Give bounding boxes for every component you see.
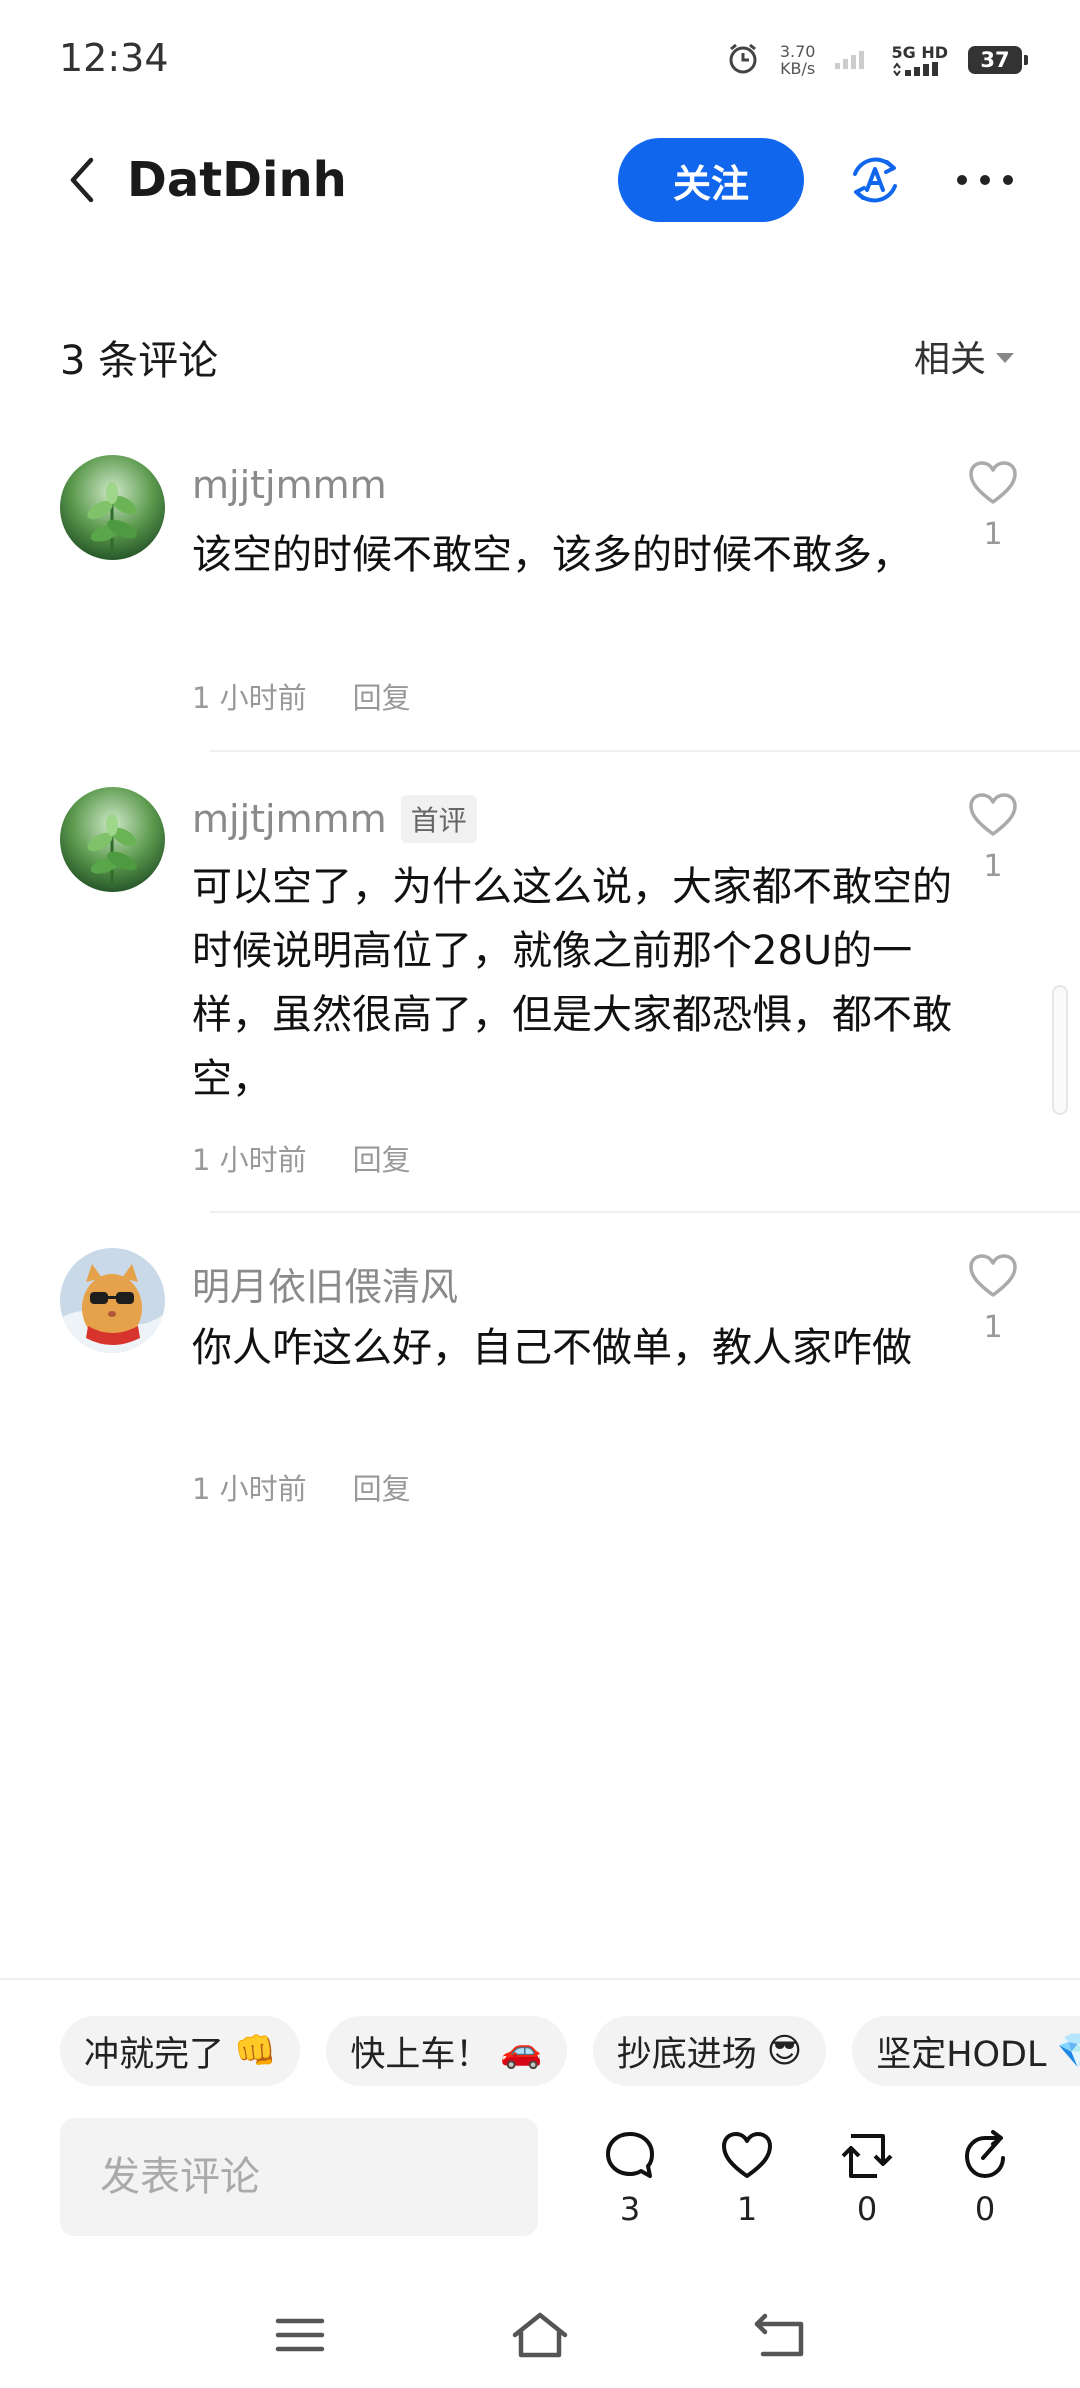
- comment-like-button[interactable]: [965, 787, 1021, 843]
- status-bar: 12:34 3.70 KB/s 5G HD 37: [0, 0, 1080, 120]
- quick-reply-label: 冲就完了: [84, 2034, 225, 2075]
- comment-input[interactable]: [60, 2118, 538, 2236]
- comment-username[interactable]: 明月依旧偎清风: [192, 1256, 458, 1311]
- avatar[interactable]: [60, 455, 165, 560]
- quick-reply-chip[interactable]: 抄底进场 😎: [592, 2016, 827, 2086]
- reply-button[interactable]: 回复: [353, 1137, 411, 1179]
- comment-username[interactable]: mjjtjmmm: [192, 463, 387, 507]
- comments-action-button[interactable]: 3: [590, 2128, 670, 2238]
- fist-emoji: 👊: [234, 2031, 277, 2071]
- quick-reply-chip[interactable]: 冲就完了 👊: [60, 2016, 301, 2086]
- comments-count: 3 条评论: [60, 338, 219, 384]
- comment-time: 1 小时前: [192, 1143, 307, 1177]
- back-button[interactable]: [52, 150, 112, 210]
- system-nav-bar: [0, 2280, 1080, 2388]
- share-action-count: 0: [974, 2190, 996, 2228]
- comment-meta: 1 小时前 回复: [192, 1466, 411, 1508]
- divider: [210, 1211, 1080, 1213]
- comment-meta: 1 小时前 回复: [192, 1137, 411, 1179]
- network-type-label: 5G HD: [891, 43, 948, 62]
- network-type: 5G HD: [891, 44, 948, 76]
- gem-emoji: 💎: [1056, 2031, 1080, 2071]
- more-dots-icon: [957, 175, 1013, 185]
- home-icon: [512, 2312, 568, 2358]
- network-speed-value: 3.70: [779, 42, 816, 61]
- menu-button[interactable]: [265, 2300, 335, 2370]
- comment-like-button[interactable]: [965, 1248, 1021, 1304]
- comment-header: mjjtjmmm 首评: [192, 795, 477, 843]
- reply-button[interactable]: 回复: [353, 675, 411, 717]
- comment-like-count: 1: [983, 849, 1003, 884]
- sort-label: 相关: [913, 339, 986, 380]
- translate-icon: [853, 157, 897, 203]
- more-button[interactable]: [950, 150, 1020, 210]
- comment-item: 明月依旧偎清风 你人咋这么好，自己不做单，教人家咋做 1 小时前 回复 1: [0, 1248, 1080, 1518]
- repost-action-button[interactable]: 0: [827, 2128, 907, 2238]
- comment-item: mjjtjmmm 该空的时候不敢空，该多的时候不敢多， 1 小时前 回复 1: [0, 455, 1080, 735]
- heart-icon: [969, 1254, 1017, 1297]
- comment-text: 可以空了，为什么这么说，大家都不敢空的时候说明高位了，就像之前那个28U的一样，…: [192, 864, 952, 1102]
- quick-reply-chip[interactable]: 快上车！ 🚗: [326, 2016, 567, 2086]
- comment-item: mjjtjmmm 首评 可以空了，为什么这么说，大家都不敢空的时候说明高位了，就…: [0, 787, 1080, 1207]
- quick-reply-chip[interactable]: 坚定HODL 💎: [852, 2016, 1080, 2086]
- first-comment-badge: 首评: [400, 795, 477, 843]
- alarm-icon: [726, 41, 760, 79]
- comment-header: mjjtjmmm: [192, 463, 387, 507]
- comment-text: 该空的时候不敢空，该多的时候不敢多，: [192, 532, 912, 578]
- avatar[interactable]: [60, 787, 165, 892]
- battery-indicator: 37: [968, 46, 1028, 74]
- chevron-left-icon: [70, 157, 94, 203]
- share-icon: [964, 2130, 1005, 2179]
- status-indicators: 3.70 KB/s 5G HD 37: [726, 38, 1028, 82]
- divider: [210, 750, 1080, 752]
- comment-username[interactable]: mjjtjmmm: [192, 797, 387, 841]
- quick-reply-label: 快上车！: [350, 2034, 491, 2075]
- repost-icon: [841, 2134, 893, 2178]
- sunglasses-emoji: 😎: [766, 2031, 803, 2071]
- share-action-button[interactable]: 0: [945, 2128, 1025, 2238]
- signal-strong-icon: [893, 62, 939, 76]
- page-title: DatDinh: [127, 152, 347, 208]
- divider: [0, 1978, 1080, 1980]
- comment-meta: 1 小时前 回复: [192, 675, 411, 717]
- repost-action-count: 0: [856, 2190, 878, 2228]
- follow-button[interactable]: 关注: [618, 138, 804, 222]
- screen: 12:34 3.70 KB/s 5G HD 37 DatDinh 关注 3 条评…: [0, 0, 1080, 2388]
- network-speed: 3.70 KB/s: [780, 43, 816, 77]
- comment-bubble-icon: [606, 2132, 654, 2178]
- heart-icon: [722, 2132, 772, 2178]
- heart-icon: [969, 461, 1017, 504]
- top-bar: DatDinh 关注: [0, 120, 1080, 240]
- avatar[interactable]: [60, 1248, 165, 1353]
- heart-icon: [969, 793, 1017, 836]
- comment-text: 你人咋这么好，自己不做单，教人家咋做: [192, 1325, 912, 1371]
- comment-like-count: 1: [983, 1310, 1003, 1345]
- back-nav-button[interactable]: [745, 2300, 815, 2370]
- reply-button[interactable]: 回复: [353, 1466, 411, 1508]
- comment-time: 1 小时前: [192, 681, 307, 715]
- comment-time: 1 小时前: [192, 1472, 307, 1506]
- sort-dropdown[interactable]: 相关: [914, 330, 1014, 382]
- comment-like-count: 1: [983, 517, 1003, 552]
- like-action-button[interactable]: 1: [707, 2128, 787, 2238]
- back-arrow-icon: [754, 2313, 804, 2357]
- comments-action-count: 3: [619, 2190, 641, 2228]
- car-emoji: 🚗: [500, 2031, 543, 2071]
- comment-header: 明月依旧偎清风: [192, 1256, 458, 1311]
- network-speed-unit: KB/s: [780, 59, 816, 78]
- quick-reply-row: 冲就完了 👊 快上车！ 🚗 抄底进场 😎 坚定HODL 💎: [60, 2016, 1080, 2086]
- menu-icon: [275, 2318, 325, 2352]
- comment-like-button[interactable]: [965, 455, 1021, 511]
- scrollbar[interactable]: [1052, 985, 1068, 1115]
- signal-weak-icon: [835, 47, 871, 73]
- home-button[interactable]: [505, 2300, 575, 2370]
- quick-reply-label: 抄底进场: [616, 2034, 757, 2075]
- like-action-count: 1: [736, 2190, 758, 2228]
- status-time: 12:34: [59, 36, 169, 80]
- caret-down-icon: [996, 353, 1014, 363]
- quick-reply-label: 坚定HODL: [876, 2034, 1047, 2075]
- comments-header: 3 条评论 相关: [0, 320, 1080, 390]
- translate-button[interactable]: [845, 150, 905, 210]
